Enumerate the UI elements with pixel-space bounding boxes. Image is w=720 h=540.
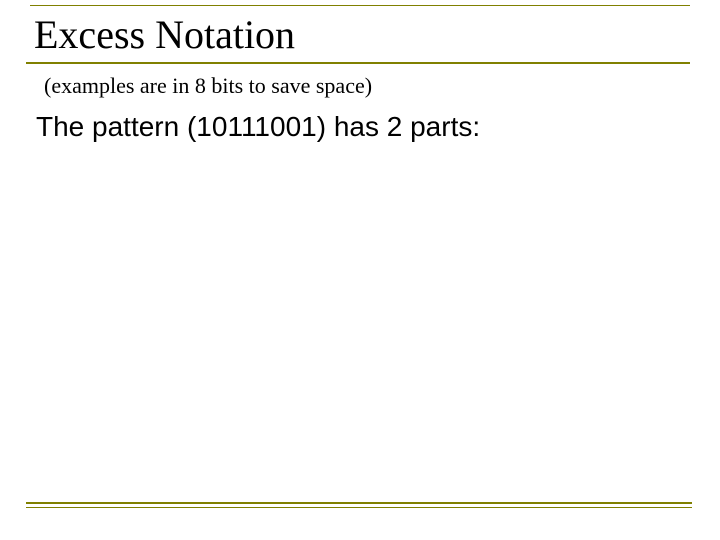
footer-rule-thick [26, 502, 692, 504]
footer-rule-thin [26, 507, 692, 508]
slide-title: Excess Notation [26, 6, 686, 62]
footer-rule [26, 502, 692, 508]
slide-body-text: The pattern (10111001) has 2 parts: [36, 111, 480, 143]
slide-subtitle: (examples are in 8 bits to save space) [44, 73, 372, 99]
slide: Excess Notation (examples are in 8 bits … [0, 0, 720, 540]
title-bottom-rule [26, 62, 690, 64]
title-block: Excess Notation [26, 5, 686, 64]
